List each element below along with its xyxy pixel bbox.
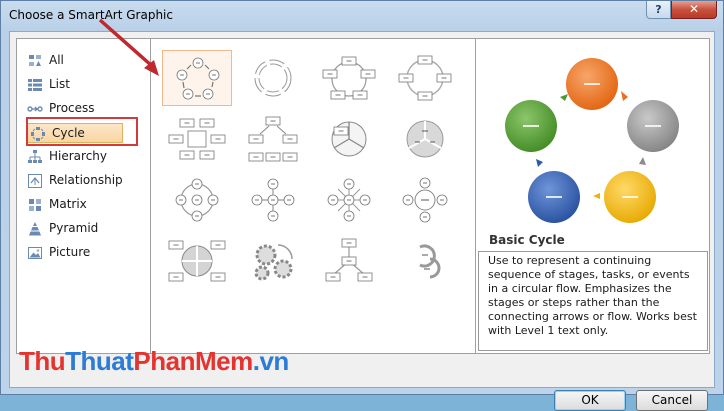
category-hierarchy[interactable]: Hierarchy: [25, 147, 143, 167]
basic-cycle-icon: [176, 57, 220, 100]
category-label: All: [49, 53, 64, 67]
layout-radial-venn[interactable]: [314, 172, 384, 228]
layout-radial-cycle[interactable]: [162, 172, 232, 228]
watermark-part: .vn: [252, 346, 290, 376]
layout-cycle-target[interactable]: [162, 233, 232, 289]
layout-gear[interactable]: [238, 233, 308, 289]
hierarchy-icon: [28, 150, 42, 163]
segmented-cycle-icon: [248, 116, 298, 162]
continuous-cycle-icon: [398, 55, 452, 101]
category-relationship[interactable]: Relationship: [25, 171, 143, 191]
radial-venn-icon: [327, 178, 371, 222]
layout-basic-cycle[interactable]: [162, 50, 232, 106]
layout-nondirectional-cycle[interactable]: [314, 111, 384, 167]
cycle-highlight-annotation: [26, 117, 138, 146]
category-process[interactable]: Process: [25, 99, 143, 119]
category-picture[interactable]: Picture: [25, 243, 143, 263]
category-label: List: [49, 77, 70, 91]
pyramid-icon: [29, 222, 41, 236]
layout-segmented-cycle[interactable]: [238, 111, 308, 167]
diverging-radial-icon: [251, 178, 295, 222]
ok-button[interactable]: OK: [554, 390, 626, 411]
process-icon: [27, 106, 43, 112]
category-label: Matrix: [49, 197, 87, 211]
cycle-target-icon: [168, 240, 226, 282]
description-box: Use to represent a continuing sequence o…: [478, 251, 708, 351]
close-button[interactable]: ✕: [671, 1, 717, 19]
dialog-window: Choose a SmartArt Graphic ? ✕ All List P…: [0, 0, 724, 411]
category-label: Hierarchy: [49, 149, 108, 163]
category-list: All List Process Cycle Hierarchy Relatio…: [16, 38, 150, 354]
category-matrix[interactable]: Matrix: [25, 195, 143, 215]
layout-block-cycle[interactable]: [314, 50, 384, 106]
picture-icon: [28, 247, 42, 259]
radial-cycle-icon: [175, 178, 219, 222]
list-icon: [28, 79, 42, 91]
basic-radial-icon: [402, 177, 448, 223]
cycle-matrix-icon: [168, 118, 226, 160]
watermark-part: Thuat: [65, 346, 134, 376]
watermark-part: Thu: [19, 346, 66, 376]
layout-text-cycle[interactable]: [238, 50, 308, 106]
layout-hexagon-radial[interactable]: [314, 233, 384, 289]
cancel-button[interactable]: Cancel: [636, 390, 708, 411]
layout-basic-radial[interactable]: [390, 172, 460, 228]
block-cycle-icon: [322, 56, 376, 100]
basic-cycle-preview: [505, 58, 679, 223]
layout-title: Basic Cycle: [489, 233, 565, 247]
all-icon: [29, 55, 41, 66]
watermark-part: PhanMem: [133, 346, 253, 376]
category-label: Process: [49, 101, 95, 115]
layout-circle-arrow[interactable]: [390, 233, 460, 289]
help-button[interactable]: ?: [646, 1, 671, 19]
layout-continuous-cycle[interactable]: [390, 50, 460, 106]
layout-gallery: [150, 38, 476, 354]
layout-cycle-matrix[interactable]: [162, 111, 232, 167]
hexagon-radial-icon: [325, 238, 373, 282]
layout-pie-chart-cycle[interactable]: [390, 111, 460, 167]
gear-icon: [254, 244, 293, 281]
annotation-arrow-icon: [98, 18, 159, 76]
layout-diverging-radial[interactable]: [238, 172, 308, 228]
category-label: Picture: [49, 245, 91, 259]
category-label: Pyramid: [49, 221, 99, 235]
text-cycle-icon: [254, 59, 292, 97]
category-pyramid[interactable]: Pyramid: [25, 219, 143, 239]
category-label: Relationship: [49, 173, 123, 187]
circle-arrow-icon: [419, 244, 441, 279]
pie-chart-cycle-icon: [406, 120, 444, 158]
nondirectional-cycle-icon: [331, 121, 367, 157]
matrix-icon: [29, 199, 41, 211]
site-watermark: ThuThuatPhanMem.vn: [19, 346, 289, 377]
layout-description: Use to represent a continuing sequence o…: [488, 254, 697, 337]
relationship-icon: [28, 174, 42, 188]
